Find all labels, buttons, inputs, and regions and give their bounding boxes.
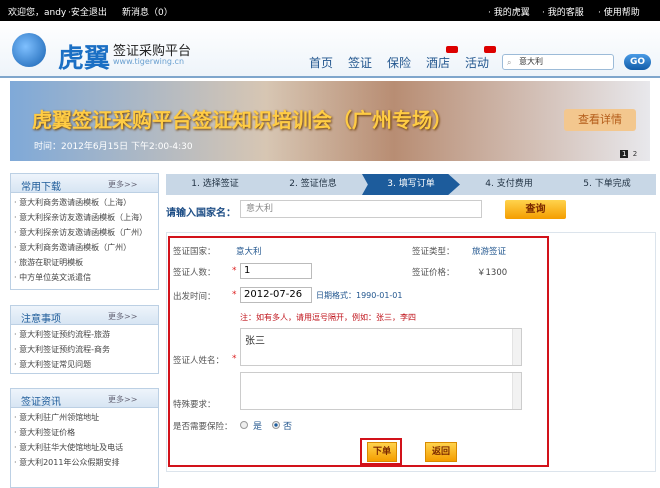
list-item[interactable]: · 意大利签证价格 [14,425,158,440]
more-link[interactable]: 更多>> [108,394,137,405]
country-label: 签证国家： [173,247,216,257]
notices-box: 注意事项 更多>> · 意大利签证预约流程-旅游 · 意大利签证预约流程-商务 ·… [10,305,159,374]
banner-title: 虎翼签证采购平台签证知识培训会（广州专场） [32,108,452,132]
list-item[interactable]: · 旅游在职证明模板 [14,255,158,270]
box-title: 常用下载 [21,182,61,193]
visa-news-box: 签证资讯 更多>> · 意大利驻广州领馆地址 · 意大利签证价格 · 意大利驻华大… [10,388,159,488]
back-button[interactable]: 返回 [425,442,457,462]
step-1: 1. 选择签证 [191,179,239,189]
list-item[interactable]: · 意大利签证预约流程-旅游 [14,327,158,342]
nav-hotel[interactable]: 酒店 [426,54,450,71]
my-tigerwing-link[interactable]: · 我的虎翼 [488,5,530,18]
banner-pager: 1 2 [620,150,639,158]
top-bar: 欢迎您，andy ·安全退出 新消息（0） · 我的虎翼 · 我的客服 · 使用… [0,0,660,21]
search-icon: ⌕ [507,58,512,67]
date-format-hint: 日期格式：1990-01-01 [316,291,403,300]
date-label: 出发时间： [173,292,216,302]
progress-steps: 1. 选择签证 2. 签证信息 3. 填写订单 4. 支付费用 5. 下单完成 [166,174,656,195]
list-item[interactable]: · 意大利探亲访友邀请函模板（上海） [14,210,158,225]
view-details-button[interactable]: 查看详情 [564,109,636,131]
list-item[interactable]: · 意大利商务邀请函模板（广州） [14,240,158,255]
list-item[interactable]: · 意大利签证常见问题 [14,357,158,372]
step-2: 2. 签证信息 [289,179,337,189]
go-button[interactable]: GO [624,54,651,70]
insurance-yes-radio[interactable] [240,421,248,429]
banner-page-1[interactable]: 1 [620,150,629,158]
list-item[interactable]: · 意大利商务邀请函模板（上海） [14,195,158,210]
messages-link[interactable]: 新消息（0） [122,5,173,18]
list-item[interactable]: · 意大利签证预约流程-商务 [14,342,158,357]
insurance-no-label: 否 [283,422,293,432]
special-label: 特殊要求： [173,400,216,410]
help-link[interactable]: · 使用帮助 [598,5,640,18]
price-label: 签证价格： [412,268,455,278]
more-link[interactable]: 更多>> [108,311,137,322]
box-title: 注意事项 [21,314,61,325]
required-mark: * [232,290,237,300]
welcome-text: 欢迎您，andy [8,8,67,18]
step-4: 4. 支付费用 [485,179,533,189]
visa-type-label: 签证类型： [412,247,455,257]
header: 虎翼 签证采购平台 www.tigerwing.cn 首页 签证 保险 酒店 活… [0,21,660,78]
visa-type-value: 旅游签证 [472,247,507,257]
list-item[interactable]: · 中方单位英文派遣信 [14,270,158,285]
step-3-active: 3. 填写订单 [362,174,460,195]
insurance-label: 是否需要保险： [173,422,233,432]
list-item[interactable]: · 意大利驻华大使馆地址及电话 [14,440,158,455]
box-title: 签证资讯 [21,397,61,408]
insurance-yes-label: 是 [253,422,263,432]
new-badge-icon [484,46,496,53]
nav-home[interactable]: 首页 [309,54,333,71]
step-5: 5. 下单完成 [583,179,631,189]
country-search-label: 请输入国家名： [166,208,236,219]
logout-link[interactable]: ·安全退出 [68,5,107,18]
logo-url: www.tigerwing.cn [113,57,185,66]
logo[interactable]: 虎翼 [58,38,110,75]
site-search-input[interactable]: ⌕ 意大利 [502,54,614,70]
list-item[interactable]: · 意大利2011年公众假期安排 [14,455,158,470]
count-label: 签证人数： [173,268,216,278]
logo-icon [12,33,46,67]
country-search-input[interactable]: 意大利 [240,200,482,218]
price-value: ￥1300 [477,268,508,278]
nav-visa[interactable]: 签证 [348,54,372,71]
list-item[interactable]: · 意大利探亲访友邀请函模板（广州） [14,225,158,240]
special-requirements-textarea[interactable] [240,372,522,410]
customer-service-link[interactable]: · 我的客服 [542,5,584,18]
required-mark: * [232,354,237,364]
textarea-scrollbar[interactable] [512,373,521,409]
nav-insurance[interactable]: 保险 [387,54,411,71]
downloads-box: 常用下载 更多>> · 意大利商务邀请函模板（上海） · 意大利探亲访友邀请函模板… [10,173,159,290]
new-badge-icon [446,46,458,53]
names-note: 注：如有多人，请用逗号隔开，例如：张三，李四 [240,313,416,322]
departure-date-input[interactable]: 2012-07-26 [240,287,312,303]
names-label: 签证人姓名： [173,356,225,366]
insurance-no-radio[interactable] [272,421,280,429]
required-mark: * [232,266,237,276]
textarea-scrollbar[interactable] [512,329,521,365]
list-item[interactable]: · 意大利驻广州领馆地址 [14,410,158,425]
banner-page-2[interactable]: 2 [631,150,639,158]
country-value: 意大利 [236,247,262,257]
banner[interactable]: 虎翼签证采购平台签证知识培训会（广州专场） 时间：2012年6月15日 下午2:… [10,81,650,161]
banner-time: 时间：2012年6月15日 下午2:00-4:30 [34,142,193,152]
submit-order-button[interactable]: 下单 [367,442,397,462]
names-textarea[interactable]: 张三 [240,328,522,366]
count-input[interactable]: 1 [240,263,312,279]
nav-activity[interactable]: 活动 [465,54,489,71]
query-button[interactable]: 查询 [505,200,566,219]
more-link[interactable]: 更多>> [108,179,137,190]
